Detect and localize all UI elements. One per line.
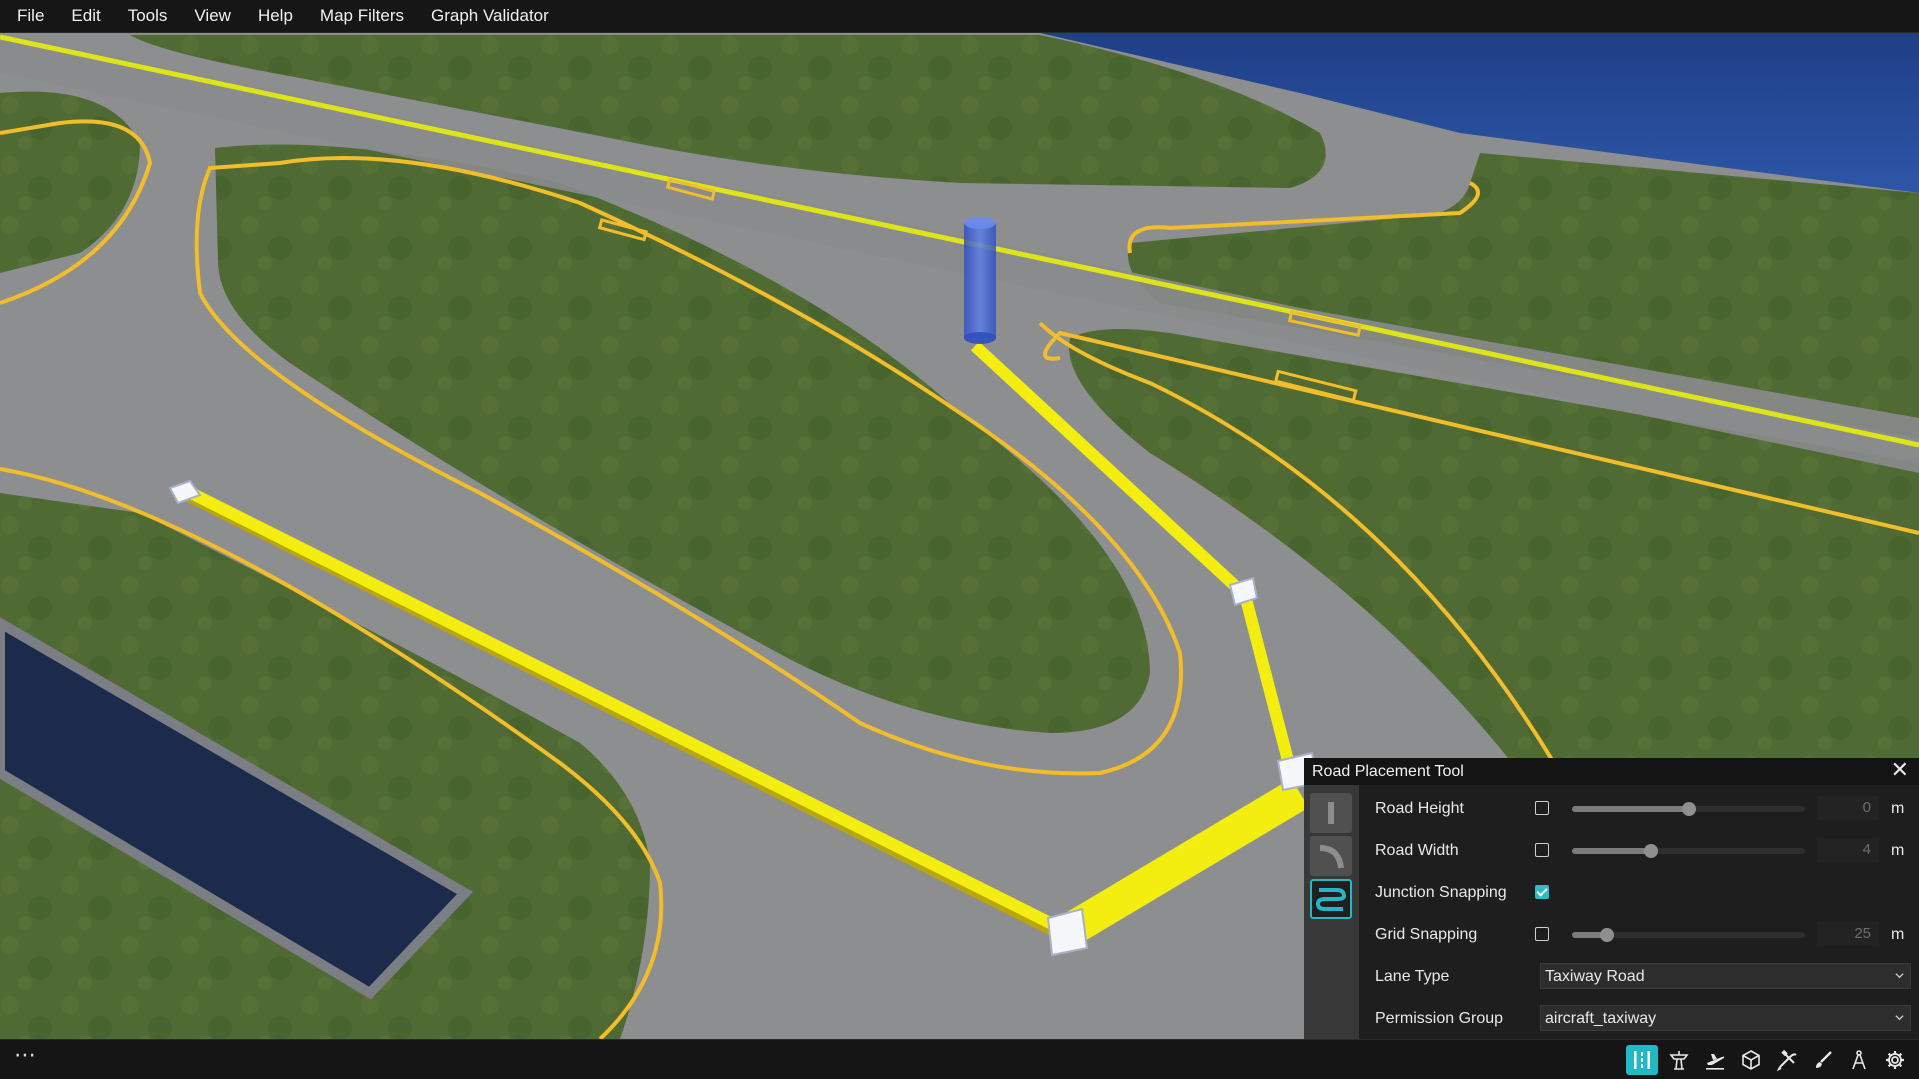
road-mode-sidebar [1304, 785, 1359, 1039]
road-width-row: Road Width 4 m [1359, 830, 1919, 872]
airport-tower-icon [1669, 1051, 1689, 1070]
road-width-unit: m [1891, 842, 1905, 859]
curved-road-icon [1319, 845, 1344, 869]
lane-type-value: Taxiway Road [1545, 968, 1645, 985]
straight-road-icon [1328, 802, 1334, 824]
airplane-takeoff-icon [1706, 1054, 1725, 1070]
spline-road-mode-button[interactable] [1310, 879, 1352, 919]
permission-group-select[interactable]: aircraft_taxiway [1540, 1005, 1911, 1031]
lane-type-select[interactable]: Taxiway Road [1540, 963, 1911, 989]
road-height-label: Road Height [1375, 800, 1464, 817]
panel-header: Road Placement Tool ✕ [1304, 758, 1919, 785]
anchor-cylinder[interactable] [964, 217, 996, 344]
slider-fill [1572, 848, 1652, 854]
object-tool-button[interactable] [1735, 1045, 1767, 1075]
road-height-slider[interactable] [1572, 802, 1805, 816]
grid-snapping-checkbox[interactable] [1535, 927, 1549, 941]
spline-road-icon [1315, 888, 1347, 911]
gear-icon [1886, 1051, 1904, 1069]
settings-button[interactable] [1879, 1045, 1911, 1075]
road-placement-tool-button[interactable] [1626, 1045, 1658, 1075]
road-width-slider[interactable] [1572, 844, 1805, 858]
road-height-row: Road Height 0 m [1359, 788, 1919, 830]
grid-snapping-slider[interactable] [1572, 928, 1805, 942]
road-height-input[interactable]: 0 [1817, 796, 1879, 820]
road-placement-tool-icon [1634, 1051, 1650, 1069]
close-icon[interactable]: ✕ [1891, 760, 1909, 782]
grid-snapping-unit: m [1891, 926, 1905, 943]
slider-fill [1572, 806, 1689, 812]
straight-road-mode-button[interactable] [1310, 793, 1352, 833]
junction-snapping-row: Junction Snapping [1359, 872, 1919, 914]
airplane-tool-button[interactable] [1699, 1045, 1731, 1075]
menu-tools[interactable]: Tools [128, 6, 168, 26]
road-width-input[interactable]: 4 [1817, 838, 1879, 862]
permission-group-label: Permission Group [1375, 1010, 1504, 1027]
menu-view[interactable]: View [194, 6, 231, 26]
menu-bar: File Edit Tools View Help Map Filters Gr… [0, 0, 1919, 33]
build-tool-button[interactable] [1771, 1045, 1803, 1075]
control-point[interactable] [1046, 907, 1089, 957]
compass-icon [1852, 1050, 1866, 1070]
status-bar: ⋯ [0, 1039, 1919, 1079]
road-width-checkbox[interactable] [1535, 843, 1549, 857]
panel-title: Road Placement Tool [1312, 763, 1464, 780]
road-height-unit: m [1891, 800, 1905, 817]
chevron-down-icon [1895, 973, 1904, 979]
cube-icon [1742, 1050, 1760, 1070]
more-options-button[interactable]: ⋯ [14, 1045, 37, 1067]
permission-group-value: aircraft_taxiway [1545, 1010, 1657, 1027]
curved-road-mode-button[interactable] [1310, 836, 1352, 876]
slider-thumb[interactable] [1644, 844, 1659, 858]
measure-tool-button[interactable] [1843, 1045, 1875, 1075]
paint-tool-button[interactable] [1807, 1045, 1839, 1075]
grid-snapping-input[interactable]: 25 [1817, 922, 1879, 946]
road-height-checkbox[interactable] [1535, 801, 1549, 815]
junction-snapping-checkbox[interactable] [1535, 885, 1549, 899]
tools-icon [1776, 1049, 1797, 1071]
airport-tower-tool-button[interactable] [1663, 1045, 1695, 1075]
menu-edit[interactable]: Edit [71, 6, 100, 26]
lane-type-label: Lane Type [1375, 968, 1450, 985]
junction-snapping-label: Junction Snapping [1375, 884, 1507, 901]
road-width-label: Road Width [1375, 842, 1459, 859]
menu-map-filters[interactable]: Map Filters [320, 6, 404, 26]
grid-snapping-row: Grid Snapping 25 m [1359, 914, 1919, 956]
road-placement-tool-panel: Road Placement Tool ✕ Road Height 0 m Ro… [1304, 758, 1919, 1039]
menu-file[interactable]: File [17, 6, 44, 26]
grid-snapping-label: Grid Snapping [1375, 926, 1478, 943]
permission-group-row: Permission Group aircraft_taxiway [1359, 998, 1919, 1040]
brush-icon [1816, 1051, 1832, 1068]
lane-type-row: Lane Type Taxiway Road [1359, 956, 1919, 998]
chevron-down-icon [1895, 1015, 1904, 1021]
menu-graph-validator[interactable]: Graph Validator [431, 6, 549, 26]
menu-help[interactable]: Help [258, 6, 293, 26]
slider-thumb[interactable] [1681, 802, 1696, 816]
slider-thumb[interactable] [1599, 928, 1614, 942]
